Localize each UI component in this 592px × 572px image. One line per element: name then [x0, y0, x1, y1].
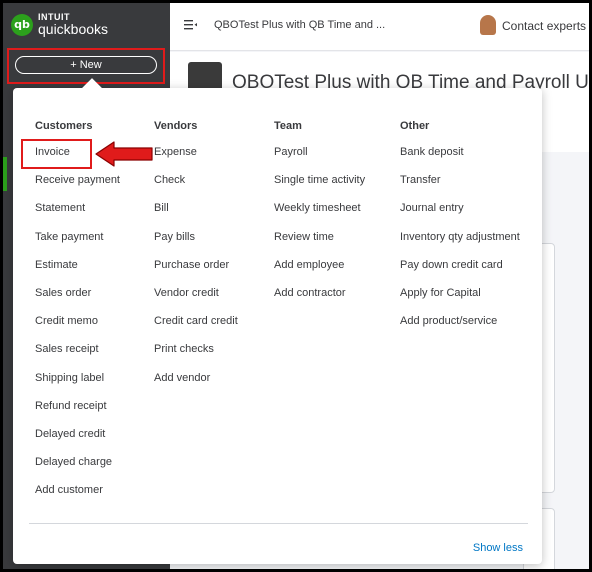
menu-item-print-checks[interactable]: Print checks: [154, 342, 238, 370]
menu-item-apply-for-capital[interactable]: Apply for Capital: [400, 286, 520, 314]
menu-item-purchase-order[interactable]: Purchase order: [154, 258, 238, 286]
menu-item-estimate[interactable]: Estimate: [35, 258, 120, 286]
new-menu-dropdown: Customers Invoice Receive payment Statem…: [13, 78, 542, 564]
invoice-highlight-box: [21, 139, 92, 169]
contact-experts-link[interactable]: Contact experts: [502, 19, 586, 33]
menu-column-vendors: Vendors Expense Check Bill Pay bills Pur…: [154, 120, 238, 399]
menu-item-credit-card-credit[interactable]: Credit card credit: [154, 314, 238, 342]
logo-line2: quickbooks: [38, 21, 109, 37]
new-button-highlight: + New: [7, 48, 165, 84]
active-nav-indicator: [3, 157, 7, 191]
menu-item-sales-order[interactable]: Sales order: [35, 286, 120, 314]
menu-item-add-vendor[interactable]: Add vendor: [154, 371, 238, 399]
menu-item-delayed-credit[interactable]: Delayed credit: [35, 427, 120, 455]
menu-item-transfer[interactable]: Transfer: [400, 173, 520, 201]
menu-item-bank-deposit[interactable]: Bank deposit: [400, 145, 520, 173]
new-button[interactable]: + New: [15, 56, 157, 74]
menu-item-payroll[interactable]: Payroll: [274, 145, 365, 173]
menu-column-header: Team: [274, 120, 302, 132]
menu-item-inventory-qty-adjustment[interactable]: Inventory qty adjustment: [400, 230, 520, 258]
menu-item-expense[interactable]: Expense: [154, 145, 238, 173]
menu-item-add-customer[interactable]: Add customer: [35, 483, 120, 511]
menu-item-receive-payment[interactable]: Receive payment: [35, 173, 120, 201]
menu-item-pay-bills[interactable]: Pay bills: [154, 230, 238, 258]
menu-item-shipping-label[interactable]: Shipping label: [35, 371, 120, 399]
menu-item-delayed-charge[interactable]: Delayed charge: [35, 455, 120, 483]
menu-item-vendor-credit[interactable]: Vendor credit: [154, 286, 238, 314]
menu-item-sales-receipt[interactable]: Sales receipt: [35, 342, 120, 370]
pointer-arrow-icon: [95, 141, 153, 167]
menu-item-journal-entry[interactable]: Journal entry: [400, 201, 520, 229]
menu-item-add-product-service[interactable]: Add product/service: [400, 314, 520, 342]
menu-column-header: Vendors: [154, 120, 198, 132]
hamburger-icon[interactable]: [184, 18, 198, 34]
menu-column-header: Other: [400, 120, 430, 132]
menu-divider: [29, 523, 528, 524]
menu-item-check[interactable]: Check: [154, 173, 238, 201]
company-name: QBOTest Plus with QB Time and ...: [214, 19, 386, 31]
quickbooks-logo[interactable]: qb INTUIT quickbooks: [11, 13, 108, 36]
top-bar: QBOTest Plus with QB Time and ... Contac…: [170, 3, 589, 51]
menu-item-pay-down-credit-card[interactable]: Pay down credit card: [400, 258, 520, 286]
menu-item-review-time[interactable]: Review time: [274, 230, 365, 258]
qb-logo-icon: qb: [11, 13, 33, 36]
menu-column-other: Other Bank deposit Transfer Journal entr…: [400, 120, 520, 342]
show-less-link[interactable]: Show less: [473, 542, 523, 554]
menu-item-refund-receipt[interactable]: Refund receipt: [35, 399, 120, 427]
app-frame: qb INTUIT quickbooks + New QBOTest Plus …: [3, 3, 589, 569]
menu-column-header: Customers: [35, 120, 93, 132]
menu-item-weekly-timesheet[interactable]: Weekly timesheet: [274, 201, 365, 229]
menu-item-bill[interactable]: Bill: [154, 201, 238, 229]
logo-wordmark: INTUIT quickbooks: [38, 13, 109, 37]
menu-item-single-time-activity[interactable]: Single time activity: [274, 173, 365, 201]
menu-column-team: Team Payroll Single time activity Weekly…: [274, 120, 365, 314]
menu-item-add-contractor[interactable]: Add contractor: [274, 286, 365, 314]
menu-item-statement[interactable]: Statement: [35, 201, 120, 229]
menu-item-add-employee[interactable]: Add employee: [274, 258, 365, 286]
expert-avatar: [480, 15, 496, 35]
menu-item-credit-memo[interactable]: Credit memo: [35, 314, 120, 342]
menu-column-customers: Customers Invoice Receive payment Statem…: [35, 120, 120, 511]
menu-item-take-payment[interactable]: Take payment: [35, 230, 120, 258]
